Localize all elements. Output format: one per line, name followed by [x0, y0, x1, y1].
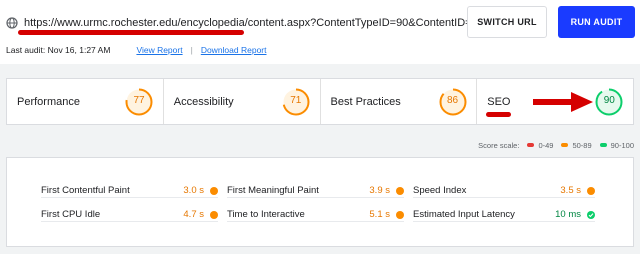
- average-status-icon: [210, 186, 218, 195]
- last-audit-text: Last audit: Nov 16, 1:27 AM: [6, 45, 111, 55]
- score-value: 77: [133, 95, 145, 106]
- score-card-label: Best Practices: [330, 96, 401, 108]
- url-row: https://www.urmc.rochester.edu/encyclope…: [6, 15, 510, 31]
- average-status-icon: [587, 186, 595, 195]
- audit-info-row: Last audit: Nov 16, 1:27 AM View Report …: [6, 45, 267, 55]
- metric-row: Speed Index 3.5 s: [413, 184, 595, 198]
- globe-icon: [6, 17, 18, 29]
- run-audit-button[interactable]: RUN AUDIT: [558, 6, 635, 38]
- score-card-label: Accessibility: [173, 96, 234, 108]
- average-status-icon: [396, 186, 404, 195]
- score-value: 71: [290, 95, 302, 106]
- average-pill-icon: [561, 143, 569, 147]
- metric-label: First Contentful Paint: [41, 185, 130, 196]
- metric-label: Time to Interactive: [227, 209, 305, 220]
- metric-value: 10 ms: [555, 209, 581, 220]
- metrics-panel: First Contentful Paint 3.0 s First Meani…: [6, 157, 634, 247]
- score-value: 86: [446, 95, 459, 106]
- score-scale: Score scale: 0-49 50-89 90-100: [478, 140, 634, 150]
- metric-value: 3.5 s: [560, 185, 581, 196]
- scale-fail-range: 0-49: [538, 140, 554, 150]
- score-card-seo[interactable]: SEO 90: [477, 79, 633, 124]
- metric-row: Estimated Input Latency 10 ms: [413, 208, 595, 222]
- score-card-label: SEO: [487, 96, 511, 108]
- metric-row: First Meaningful Paint 3.9 s: [227, 184, 404, 198]
- metric-label: Speed Index: [413, 185, 467, 196]
- seo-highlight-underline: [486, 112, 512, 117]
- metric-label: First Meaningful Paint: [227, 185, 319, 196]
- fail-pill-icon: [527, 143, 535, 147]
- metric-row: First CPU Idle 4.7 s: [41, 208, 218, 222]
- average-status-icon: [210, 210, 218, 219]
- audited-url[interactable]: https://www.urmc.rochester.edu/encyclope…: [24, 17, 510, 29]
- metric-value: 4.7 s: [183, 209, 204, 220]
- link-separator: |: [190, 45, 193, 55]
- download-report-link[interactable]: Download Report: [201, 45, 267, 55]
- metric-value: 3.0 s: [183, 185, 204, 196]
- score-card-label: Performance: [17, 96, 80, 108]
- pass-pill-icon: [599, 143, 607, 147]
- metric-label: First CPU Idle: [41, 209, 101, 220]
- metric-value: 3.9 s: [369, 185, 390, 196]
- arrow-right-icon: [533, 92, 594, 112]
- score-scale-title: Score scale:: [478, 140, 520, 150]
- pass-check-icon: [587, 210, 595, 219]
- metric-row: First Contentful Paint 3.0 s: [41, 184, 218, 198]
- category-scores: Performance 77 Accessibility 71 Best Pra…: [6, 78, 634, 125]
- score-card-accessibility[interactable]: Accessibility 71: [164, 79, 321, 124]
- score-card-performance[interactable]: Performance 77: [7, 79, 164, 124]
- switch-url-button[interactable]: SWITCH URL: [467, 6, 547, 38]
- score-value: 90: [603, 95, 615, 106]
- audit-header: https://www.urmc.rochester.edu/encyclope…: [0, 0, 640, 64]
- scale-average-range: 50-89: [572, 140, 592, 150]
- metric-label: Estimated Input Latency: [413, 209, 515, 220]
- view-report-link[interactable]: View Report: [136, 45, 182, 55]
- metric-value: 5.1 s: [369, 209, 390, 220]
- scale-pass-range: 90-100: [610, 140, 634, 150]
- score-card-best-practices[interactable]: Best Practices 86: [321, 79, 478, 124]
- url-highlight-underline: [18, 30, 244, 35]
- metric-row: Time to Interactive 5.1 s: [227, 208, 404, 222]
- average-status-icon: [396, 210, 404, 219]
